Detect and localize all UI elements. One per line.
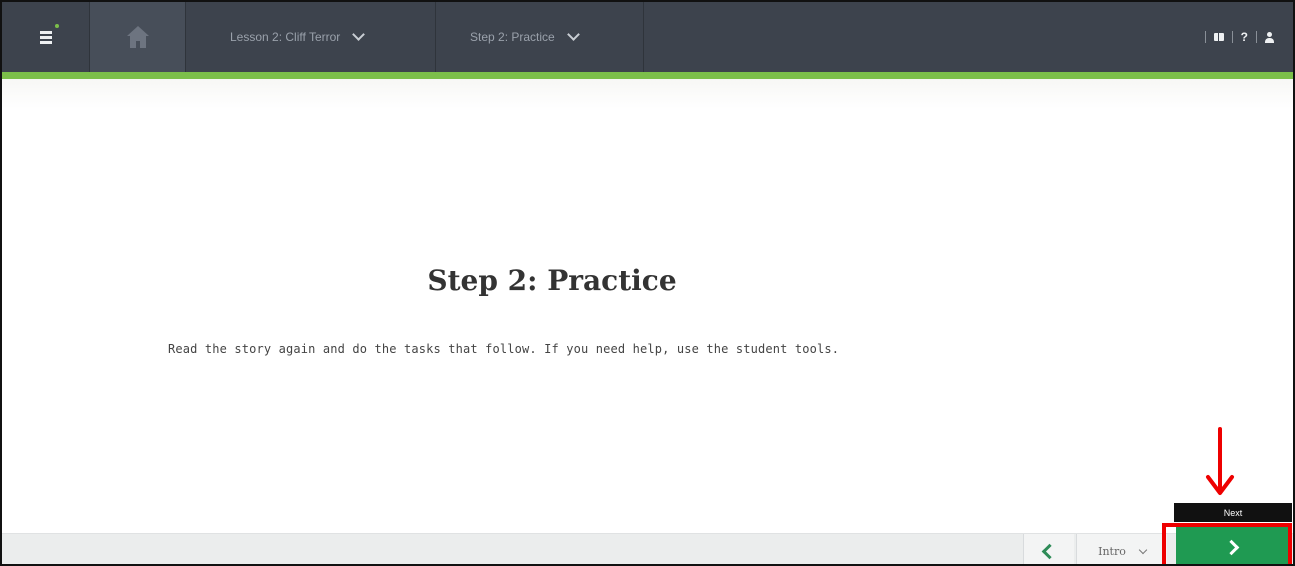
lesson-label: Lesson 2: Cliff Terror <box>230 30 341 44</box>
app-frame: Lesson 2: Cliff Terror Step 2: Practice … <box>0 0 1295 566</box>
instructions-text: Read the story again and do the tasks th… <box>168 342 840 356</box>
section-select[interactable]: Intro <box>1076 534 1167 564</box>
divider <box>1256 31 1257 43</box>
chevron-down-icon <box>352 28 366 41</box>
section-select-value: Intro <box>1098 545 1126 558</box>
divider <box>1204 31 1206 43</box>
chevron-left-icon <box>1041 543 1057 560</box>
lesson-dropdown[interactable]: Lesson 2: Cliff Terror <box>186 2 436 72</box>
lesson-content: Step 2: Practice Read the story again an… <box>2 79 1293 533</box>
book-icon[interactable] <box>1213 33 1224 41</box>
previous-button[interactable] <box>1023 534 1074 564</box>
menu-button[interactable] <box>2 2 90 72</box>
help-icon[interactable]: ? <box>1241 30 1248 44</box>
notification-dot <box>54 24 59 28</box>
annotation-arrow-icon <box>1206 427 1234 495</box>
top-navigation-bar: Lesson 2: Cliff Terror Step 2: Practice … <box>2 2 1293 72</box>
chevron-right-icon <box>1223 539 1239 556</box>
accent-divider <box>2 72 1293 79</box>
step-label: Step 2: Practice <box>470 30 555 44</box>
bottom-navigation-bar: Intro <box>2 533 1293 564</box>
home-icon <box>126 26 149 48</box>
home-button[interactable] <box>90 2 186 72</box>
user-icon[interactable] <box>1265 31 1275 43</box>
next-tooltip: Next <box>1174 503 1292 522</box>
step-dropdown[interactable]: Step 2: Practice <box>436 2 644 72</box>
content-header-strip <box>2 79 1293 109</box>
student-tools: ? <box>1204 2 1293 72</box>
chevron-down-icon <box>566 28 580 41</box>
divider <box>1231 31 1233 43</box>
page-title: Step 2: Practice <box>427 264 677 297</box>
next-button[interactable] <box>1176 527 1290 564</box>
chevron-down-icon <box>1138 545 1148 554</box>
menu-icon <box>39 24 59 44</box>
